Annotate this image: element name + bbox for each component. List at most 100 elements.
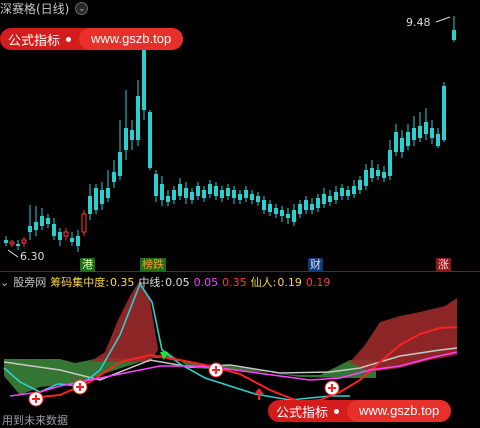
watermark-banner-top[interactable]: 公式指标 www.gszb.top [0, 28, 184, 50]
candle-body [286, 214, 290, 218]
candle-body [310, 204, 314, 210]
chouma-label: 筹码集中度: [50, 276, 109, 289]
candle-body [100, 190, 104, 204]
watermark-label: 公式指标 [8, 32, 61, 48]
candle-body [292, 210, 296, 222]
watermark-url: www.gszb.top [347, 400, 452, 422]
candle-body [400, 138, 404, 152]
candle-body [370, 168, 374, 178]
zhongxian-value-2: 0.05 [193, 275, 219, 289]
candle-body [328, 196, 332, 202]
candle-body [268, 204, 272, 212]
red-hump-2 [350, 298, 457, 372]
tag-gang[interactable]: 港 [80, 258, 95, 272]
candle-body [430, 128, 434, 138]
xianren-value-2: 0.19 [305, 275, 331, 289]
candle-body [394, 132, 398, 152]
high-price-label: 9.48 [406, 16, 431, 29]
candle-body [124, 128, 128, 150]
indicator-header: ⌄ 股旁网 筹码集中度: 0.35 中线: 0.05 0.05 0.35 仙人:… [0, 274, 334, 290]
candle-body [28, 226, 32, 232]
candlestick-chart [0, 16, 480, 407]
high-pointer [435, 16, 451, 23]
watermark-url: www.gszb.top [79, 28, 184, 50]
candle-body [388, 150, 392, 176]
candle-body [16, 244, 20, 246]
candle-body [154, 174, 158, 196]
tag-cai[interactable]: 财 [308, 258, 323, 272]
indicator-name: 股旁网 [13, 276, 47, 289]
candle-body [238, 194, 242, 200]
candle-body [316, 198, 320, 208]
candle-body [112, 172, 116, 182]
candle-body [9, 241, 15, 245]
candle-body [214, 186, 218, 196]
candle-body [244, 190, 248, 198]
candle-body [178, 184, 182, 196]
candle-body [232, 190, 236, 198]
candle-body [63, 231, 69, 237]
candle-body [334, 192, 338, 200]
candle-body [46, 218, 50, 224]
candle-body [274, 208, 278, 214]
candle-body [142, 50, 146, 110]
footer-note: 用到未来数据 [2, 414, 68, 427]
candle-body [406, 132, 410, 146]
candles-group [4, 16, 456, 252]
candle-body [208, 184, 212, 194]
candle-body [81, 213, 87, 233]
candle-body [21, 239, 27, 244]
xianren-label: 仙人: [250, 276, 277, 289]
candle-body [160, 184, 164, 200]
dot-icon [66, 36, 72, 42]
candle-body [106, 188, 110, 198]
xianren-value-1: 0.19 [277, 275, 302, 289]
chevron-down-icon[interactable]: ⌄ [0, 276, 9, 289]
candle-body [136, 96, 140, 140]
dot-icon [334, 408, 340, 414]
watermark-banner-bottom[interactable]: 公式指标 www.gszb.top [268, 400, 452, 422]
candle-body [298, 204, 302, 214]
candle-body [196, 186, 200, 196]
candle-body [382, 172, 386, 178]
chouma-value: 0.35 [109, 275, 135, 289]
candle-body [52, 224, 56, 236]
candle-body [364, 170, 368, 186]
candle-body [304, 200, 308, 210]
candle-body [256, 196, 260, 202]
candle-body [358, 180, 362, 190]
tag-zhang[interactable]: 涨 [436, 258, 451, 272]
candle-body [202, 190, 206, 198]
candle-body [442, 86, 446, 140]
low-pointer [7, 249, 19, 258]
watermark-label: 公式指标 [276, 404, 329, 420]
candle-body [346, 190, 350, 196]
candle-body [118, 152, 122, 176]
candle-body [58, 232, 62, 240]
red-hump-1 [90, 280, 158, 362]
low-price-label: 6.30 [20, 250, 45, 263]
candle-body [436, 134, 440, 146]
candle-body [172, 190, 176, 200]
candle-body [340, 188, 344, 196]
zhongxian-value-1: 0.05 [165, 275, 190, 289]
candle-body [452, 30, 456, 40]
candle-body [250, 194, 254, 200]
candle-body [76, 236, 80, 246]
zhongxian-label: 中线: [138, 276, 165, 289]
candle-body [88, 196, 92, 214]
candle-body [184, 188, 188, 198]
candle-body [352, 186, 356, 194]
candle-body [34, 222, 38, 230]
candle-body [40, 216, 44, 226]
candle-body [418, 126, 422, 138]
candle-body [376, 170, 380, 176]
candle-body [322, 194, 326, 204]
candle-body [190, 192, 194, 200]
tag-bangdie[interactable]: 榜跌 [140, 258, 166, 272]
candle-body [280, 210, 284, 216]
candle-body [412, 128, 416, 140]
candle-body [130, 130, 134, 140]
candle-body [166, 196, 170, 202]
zhongxian-value-3: 0.35 [222, 275, 247, 289]
